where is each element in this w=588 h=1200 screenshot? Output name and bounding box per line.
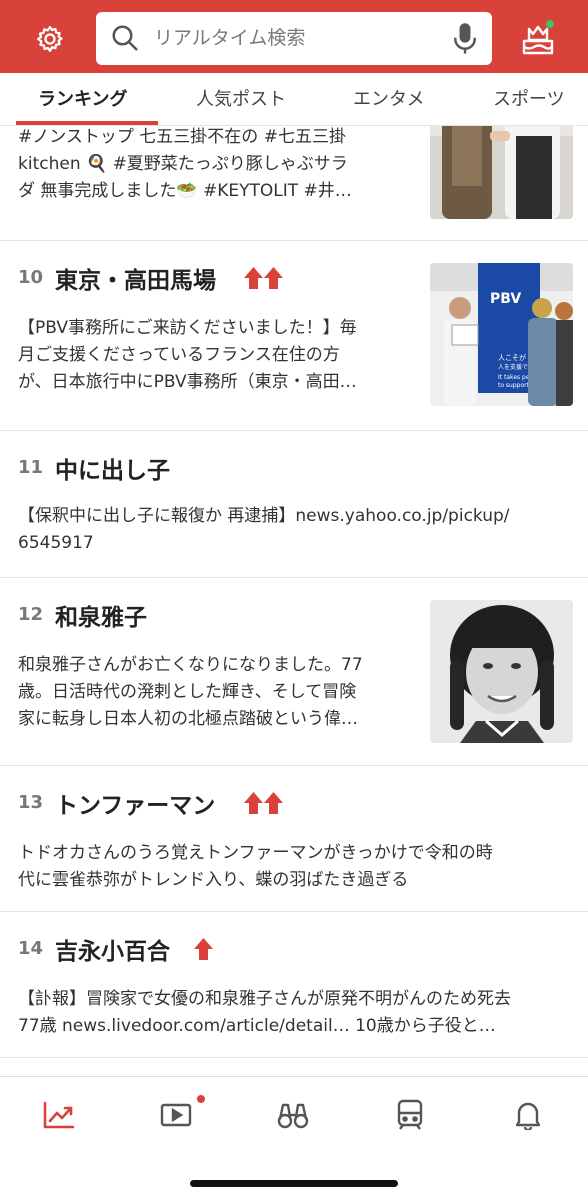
rank-number: 12 (18, 604, 44, 625)
banner-text: 人こそが (498, 353, 526, 362)
nav-notifications-button[interactable] (506, 1097, 550, 1133)
item-description: 【PBV事務所にご来訪くださいました！】毎 月ご支援くださっているフランス在住の… (18, 318, 357, 392)
portrait-photo (430, 600, 573, 743)
gear-icon (37, 26, 63, 52)
trend-keyword[interactable]: トンファーマン (55, 786, 215, 820)
nav-explore-button[interactable] (271, 1097, 315, 1133)
rank-number: 14 (18, 938, 44, 959)
search-icon (112, 25, 138, 51)
home-indicator[interactable] (190, 1180, 398, 1187)
rank-number: 10 (18, 267, 44, 288)
trend-keyword[interactable]: 吉永小百合 (55, 932, 170, 966)
mic-icon[interactable] (452, 22, 478, 56)
list-item[interactable]: 13 トンファーマン トドオカさんのうろ覚えトンファーマンがきっかけで令和の時 … (0, 766, 588, 912)
train-icon (397, 1099, 423, 1130)
trend-keyword[interactable]: 東京・高田馬場 (55, 261, 216, 295)
office-photo: PBV 人こそが 人を支援できる It takes people to supp… (430, 263, 573, 406)
app-header (0, 0, 588, 73)
list-item[interactable]: 11 中に出し子 【保釈中に出し子に報復か 再逮捕】news.yahoo.co.… (0, 431, 588, 578)
sign-text: PBV (490, 291, 521, 307)
nav-transit-button[interactable] (388, 1097, 432, 1133)
item-description: #ノンストップ 七五三掛不在の #七五三掛 kitchen 🍳 #夏野菜たっぷり… (18, 127, 352, 201)
trend-up-double-icon (244, 267, 283, 289)
trend-keyword[interactable]: 和泉雅子 (55, 598, 147, 632)
ranking-list: #ノンストップ 七五三掛不在の #七五三掛 kitchen 🍳 #夏野菜たっぷり… (0, 126, 588, 1076)
search-input[interactable] (154, 20, 434, 56)
item-thumbnail[interactable] (430, 126, 573, 219)
nav-trends-button[interactable] (37, 1097, 81, 1133)
rank-number: 11 (18, 457, 44, 478)
list-item[interactable]: #ノンストップ 七五三掛不在の #七五三掛 kitchen 🍳 #夏野菜たっぷり… (0, 126, 588, 241)
tab-popular-posts[interactable]: 人気ポスト (196, 73, 286, 126)
trend-up-icon (194, 938, 213, 960)
list-item[interactable]: 10 東京・高田馬場 【PBV事務所にご来訪くださいました！】毎 月ご支援くださ… (0, 241, 588, 431)
tab-entertainment[interactable]: エンタメ (353, 73, 424, 126)
nav-video-button[interactable] (154, 1097, 198, 1133)
item-description: 【訃報】冒険家で女優の和泉雅子さんが原発不明がんのため死去 77歳 news.l… (18, 989, 511, 1036)
item-description: 【保釈中に出し子に報復か 再逮捕】news.yahoo.co.jp/pickup… (18, 506, 510, 553)
rank-number: 13 (18, 792, 44, 813)
item-description: 和泉雅子さんがお亡くなりになりました。77 歳。日活時代の溌剌とした輝き、そして… (18, 655, 363, 729)
trend-chart-icon (43, 1101, 75, 1129)
notification-dot (545, 19, 555, 29)
binoculars-icon (277, 1103, 309, 1129)
trend-keyword[interactable]: 中に出し子 (55, 451, 170, 485)
bell-icon (515, 1102, 541, 1130)
list-item[interactable]: 12 和泉雅子 和泉雅子さんがお亡くなりになりました。77 歳。日活時代の溌剌と… (0, 578, 588, 766)
item-thumbnail[interactable]: PBV 人こそが 人を支援できる It takes people to supp… (430, 263, 573, 406)
tab-ranking[interactable]: ランキング (38, 73, 127, 126)
item-description: トドオカさんのうろ覚えトンファーマンがきっかけで令和の時 代に雲雀恭弥がトレンド… (18, 843, 493, 890)
item-thumbnail[interactable] (430, 600, 573, 743)
list-item[interactable]: 14 吉永小百合 【訃報】冒険家で女優の和泉雅子さんが原発不明がんのため死去 7… (0, 912, 588, 1058)
cooking-photo (430, 126, 573, 219)
video-notification-dot (197, 1095, 205, 1103)
tab-sports[interactable]: スポーツ (493, 73, 565, 126)
search-box[interactable] (96, 12, 492, 65)
category-tabs: ランキング 人気ポスト エンタメ スポーツ (0, 73, 588, 126)
video-play-icon (160, 1103, 192, 1127)
settings-button[interactable] (27, 18, 73, 60)
trend-up-double-icon (244, 792, 283, 814)
